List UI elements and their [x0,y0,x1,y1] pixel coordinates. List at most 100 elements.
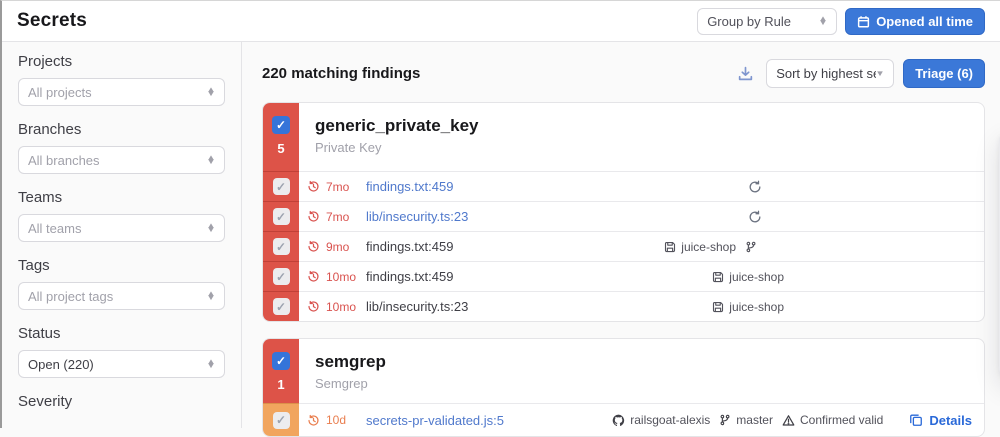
history-icon [307,210,320,223]
chevron-updown-icon: ▲▼ [206,88,216,96]
triage-button[interactable]: Triage (6) [903,59,985,88]
tags-select[interactable]: All project tags ▲▼ [18,282,225,310]
teams-label: Teams [18,189,225,206]
finding-row[interactable]: ✓ 10d secrets-pr-validated.js:5 [263,403,984,436]
check-icon: ✓ [276,270,286,284]
warning-icon [782,414,795,427]
file-link[interactable]: secrets-pr-validated.js:5 [366,413,504,428]
group-checkbox[interactable]: ✓ [272,116,290,134]
branches-label: Branches [18,121,225,138]
branch-icon [745,241,757,253]
validity-label: Confirmed valid [800,413,883,427]
file-link[interactable]: lib/insecurity.ts:23 [366,299,468,314]
file-link[interactable]: findings.txt:459 [366,179,453,194]
history-icon [307,270,320,283]
filter-sidebar: Projects All projects ▲▼ Branches All br… [2,42,242,428]
finding-row[interactable]: ✓ 10mo lib/insecurity.ts:23 [263,291,984,321]
finding-group-semgrep: ✓ 1 semgrep Semgrep ✓ [262,338,985,437]
chevron-updown-icon: ▲▼ [206,156,216,164]
check-icon: ✓ [276,300,286,314]
repo-disk-icon [664,241,676,253]
status-select[interactable]: Open (220) ▲▼ [18,350,225,378]
severity-cell: ✓ [263,261,299,291]
sort-value: Sort by highest severity [776,66,876,81]
age-label: 10mo [326,270,358,284]
history-icon [307,414,320,427]
group-checkbox[interactable]: ✓ [272,352,290,370]
age-label: 10d [326,413,358,427]
row-checkbox[interactable]: ✓ [273,208,290,225]
severity-cell: ✓ [263,201,299,231]
projects-select[interactable]: All projects ▲▼ [18,78,225,106]
repo-disk-icon [712,301,724,313]
severity-cell: ✓ [263,403,299,436]
opened-all-time-button[interactable]: Opened all time [845,8,985,35]
sort-select[interactable]: Sort by highest severity ▼ [766,59,894,88]
branch-icon [719,414,731,426]
group-by-select[interactable]: Group by Rule ▲▼ [697,8,837,35]
history-icon [307,300,320,313]
tags-label: Tags [18,257,225,274]
file-link[interactable]: lib/insecurity.ts:23 [366,209,468,224]
download-icon[interactable] [737,65,754,82]
group-finding-count: 5 [277,141,284,156]
age-label: 9mo [326,240,358,254]
file-link[interactable]: findings.txt:459 [366,269,453,284]
finding-row[interactable]: ✓ 9mo findings.txt:459 [263,231,984,261]
teams-select[interactable]: All teams ▲▼ [18,214,225,242]
severity-column: ✓ 5 [263,103,299,171]
chevron-updown-icon: ▲▼ [206,224,216,232]
age-label: 10mo [326,300,358,314]
group-title: semgrep [315,352,386,372]
calendar-icon [857,15,870,28]
row-meta: juice-shop [712,270,784,284]
teams-value: All teams [28,221,81,236]
branch-name: master [736,413,773,427]
refresh-icon [748,210,762,224]
findings-main: 220 matching findings Sort by highest se… [242,42,1000,428]
details-label: Details [929,413,972,428]
file-link[interactable]: findings.txt:459 [366,239,453,254]
row-checkbox[interactable]: ✓ [273,412,290,429]
row-checkbox[interactable]: ✓ [273,268,290,285]
group-subtitle: Semgrep [315,376,386,391]
group-subtitle: Private Key [315,140,479,155]
severity-cell: ✓ [263,231,299,261]
projects-label: Projects [18,53,225,70]
repo-name: railsgoat-alexis [630,413,710,427]
repo-disk-icon [712,271,724,283]
branches-select[interactable]: All branches ▲▼ [18,146,225,174]
status-value: Open (220) [28,357,94,372]
age-label: 7mo [326,210,358,224]
projects-value: All projects [28,85,92,100]
check-icon: ✓ [276,180,286,194]
age-label: 7mo [326,180,358,194]
finding-row[interactable]: ✓ 7mo findings.txt:459 [263,171,984,201]
chevron-updown-icon: ▲▼ [206,360,216,368]
check-icon: ✓ [276,240,286,254]
severity-column: ✓ 1 [263,339,299,403]
row-meta: juice-shop [664,240,757,254]
check-icon: ✓ [276,413,286,427]
check-icon: ✓ [276,210,286,224]
chevron-updown-icon: ▼ [875,72,885,76]
check-icon: ✓ [276,354,286,368]
details-button[interactable]: Details [909,413,972,428]
page-title: Secrets [17,10,87,32]
repo-name: juice-shop [681,240,736,254]
repo-name: juice-shop [729,270,784,284]
finding-row[interactable]: ✓ 7mo lib/insecurity.ts:23 [263,201,984,231]
history-icon [307,180,320,193]
finding-row[interactable]: ✓ 10mo findings.txt:459 [263,261,984,291]
severity-label: Severity [18,393,225,410]
opened-all-time-label: Opened all time [876,14,973,29]
row-checkbox[interactable]: ✓ [273,178,290,195]
severity-cell: ✓ [263,171,299,201]
group-by-value: Group by Rule [707,14,791,29]
row-checkbox[interactable]: ✓ [273,238,290,255]
check-icon: ✓ [276,118,286,132]
github-icon [612,414,625,427]
row-checkbox[interactable]: ✓ [273,298,290,315]
triage-label: Triage (6) [915,66,973,81]
status-label: Status [18,325,225,342]
